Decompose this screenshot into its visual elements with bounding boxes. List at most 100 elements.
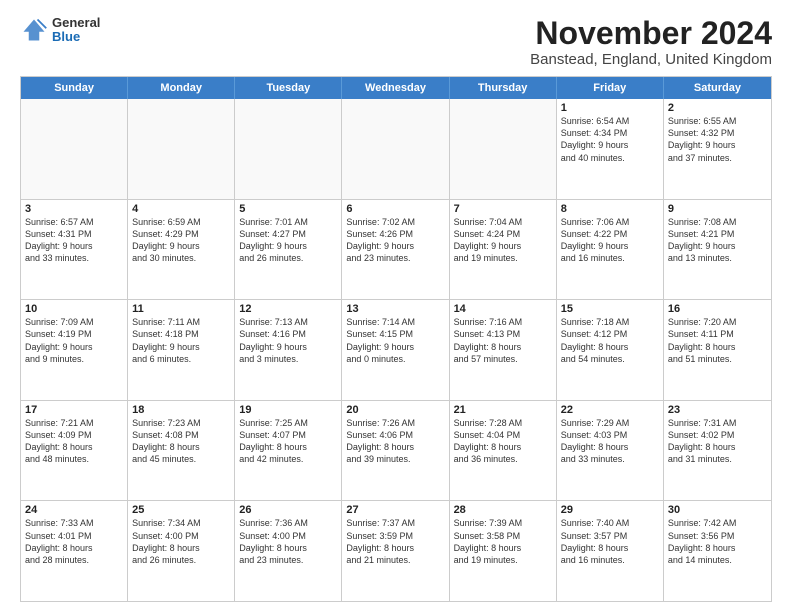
logo-text: General Blue <box>52 16 100 45</box>
calendar-cell-4-6: 30Sunrise: 7:42 AM Sunset: 3:56 PM Dayli… <box>664 501 771 601</box>
header-day-tuesday: Tuesday <box>235 77 342 99</box>
day-number: 25 <box>132 504 230 516</box>
calendar-cell-2-3: 13Sunrise: 7:14 AM Sunset: 4:15 PM Dayli… <box>342 300 449 400</box>
day-number: 23 <box>668 404 767 416</box>
cell-info: Sunrise: 7:36 AM Sunset: 4:00 PM Dayligh… <box>239 517 337 566</box>
month-title: November 2024 <box>530 16 772 51</box>
day-number: 13 <box>346 303 444 315</box>
header-day-friday: Friday <box>557 77 664 99</box>
cell-info: Sunrise: 7:39 AM Sunset: 3:58 PM Dayligh… <box>454 517 552 566</box>
day-number: 10 <box>25 303 123 315</box>
calendar-cell-1-1: 4Sunrise: 6:59 AM Sunset: 4:29 PM Daylig… <box>128 200 235 300</box>
cell-info: Sunrise: 7:06 AM Sunset: 4:22 PM Dayligh… <box>561 216 659 265</box>
header-day-sunday: Sunday <box>21 77 128 99</box>
calendar-cell-3-0: 17Sunrise: 7:21 AM Sunset: 4:09 PM Dayli… <box>21 401 128 501</box>
cell-info: Sunrise: 7:01 AM Sunset: 4:27 PM Dayligh… <box>239 216 337 265</box>
calendar-cell-4-1: 25Sunrise: 7:34 AM Sunset: 4:00 PM Dayli… <box>128 501 235 601</box>
cell-info: Sunrise: 7:08 AM Sunset: 4:21 PM Dayligh… <box>668 216 767 265</box>
cell-info: Sunrise: 7:09 AM Sunset: 4:19 PM Dayligh… <box>25 316 123 365</box>
logo-general-label: General <box>52 16 100 30</box>
cell-info: Sunrise: 7:42 AM Sunset: 3:56 PM Dayligh… <box>668 517 767 566</box>
day-number: 21 <box>454 404 552 416</box>
day-number: 9 <box>668 203 767 215</box>
calendar-cell-3-2: 19Sunrise: 7:25 AM Sunset: 4:07 PM Dayli… <box>235 401 342 501</box>
cell-info: Sunrise: 6:59 AM Sunset: 4:29 PM Dayligh… <box>132 216 230 265</box>
calendar-cell-2-4: 14Sunrise: 7:16 AM Sunset: 4:13 PM Dayli… <box>450 300 557 400</box>
page: General Blue November 2024 Banstead, Eng… <box>0 0 792 612</box>
cell-info: Sunrise: 7:23 AM Sunset: 4:08 PM Dayligh… <box>132 417 230 466</box>
day-number: 2 <box>668 102 767 114</box>
day-number: 16 <box>668 303 767 315</box>
calendar-row-3: 17Sunrise: 7:21 AM Sunset: 4:09 PM Dayli… <box>21 400 771 501</box>
title-block: November 2024 Banstead, England, United … <box>530 16 772 68</box>
cell-info: Sunrise: 7:11 AM Sunset: 4:18 PM Dayligh… <box>132 316 230 365</box>
day-number: 12 <box>239 303 337 315</box>
calendar-cell-1-4: 7Sunrise: 7:04 AM Sunset: 4:24 PM Daylig… <box>450 200 557 300</box>
calendar: SundayMondayTuesdayWednesdayThursdayFrid… <box>20 76 772 602</box>
cell-info: Sunrise: 7:14 AM Sunset: 4:15 PM Dayligh… <box>346 316 444 365</box>
cell-info: Sunrise: 6:57 AM Sunset: 4:31 PM Dayligh… <box>25 216 123 265</box>
calendar-cell-3-5: 22Sunrise: 7:29 AM Sunset: 4:03 PM Dayli… <box>557 401 664 501</box>
calendar-cell-1-5: 8Sunrise: 7:06 AM Sunset: 4:22 PM Daylig… <box>557 200 664 300</box>
calendar-cell-0-5: 1Sunrise: 6:54 AM Sunset: 4:34 PM Daylig… <box>557 99 664 199</box>
calendar-row-2: 10Sunrise: 7:09 AM Sunset: 4:19 PM Dayli… <box>21 299 771 400</box>
calendar-cell-0-0 <box>21 99 128 199</box>
day-number: 11 <box>132 303 230 315</box>
day-number: 17 <box>25 404 123 416</box>
location: Banstead, England, United Kingdom <box>530 51 772 68</box>
day-number: 18 <box>132 404 230 416</box>
day-number: 7 <box>454 203 552 215</box>
calendar-cell-3-4: 21Sunrise: 7:28 AM Sunset: 4:04 PM Dayli… <box>450 401 557 501</box>
day-number: 20 <box>346 404 444 416</box>
cell-info: Sunrise: 7:28 AM Sunset: 4:04 PM Dayligh… <box>454 417 552 466</box>
calendar-cell-0-3 <box>342 99 449 199</box>
logo-blue-label: Blue <box>52 30 100 44</box>
day-number: 29 <box>561 504 659 516</box>
day-number: 1 <box>561 102 659 114</box>
calendar-cell-4-3: 27Sunrise: 7:37 AM Sunset: 3:59 PM Dayli… <box>342 501 449 601</box>
calendar-row-1: 3Sunrise: 6:57 AM Sunset: 4:31 PM Daylig… <box>21 199 771 300</box>
cell-info: Sunrise: 7:18 AM Sunset: 4:12 PM Dayligh… <box>561 316 659 365</box>
cell-info: Sunrise: 7:25 AM Sunset: 4:07 PM Dayligh… <box>239 417 337 466</box>
calendar-cell-4-5: 29Sunrise: 7:40 AM Sunset: 3:57 PM Dayli… <box>557 501 664 601</box>
day-number: 14 <box>454 303 552 315</box>
day-number: 3 <box>25 203 123 215</box>
calendar-cell-1-6: 9Sunrise: 7:08 AM Sunset: 4:21 PM Daylig… <box>664 200 771 300</box>
cell-info: Sunrise: 7:21 AM Sunset: 4:09 PM Dayligh… <box>25 417 123 466</box>
cell-info: Sunrise: 6:55 AM Sunset: 4:32 PM Dayligh… <box>668 115 767 164</box>
calendar-cell-0-2 <box>235 99 342 199</box>
day-number: 30 <box>668 504 767 516</box>
cell-info: Sunrise: 7:31 AM Sunset: 4:02 PM Dayligh… <box>668 417 767 466</box>
header-day-monday: Monday <box>128 77 235 99</box>
logo: General Blue <box>20 16 100 45</box>
cell-info: Sunrise: 7:13 AM Sunset: 4:16 PM Dayligh… <box>239 316 337 365</box>
header-day-thursday: Thursday <box>450 77 557 99</box>
calendar-cell-0-6: 2Sunrise: 6:55 AM Sunset: 4:32 PM Daylig… <box>664 99 771 199</box>
cell-info: Sunrise: 7:26 AM Sunset: 4:06 PM Dayligh… <box>346 417 444 466</box>
calendar-row-4: 24Sunrise: 7:33 AM Sunset: 4:01 PM Dayli… <box>21 500 771 601</box>
cell-info: Sunrise: 7:02 AM Sunset: 4:26 PM Dayligh… <box>346 216 444 265</box>
header-day-wednesday: Wednesday <box>342 77 449 99</box>
cell-info: Sunrise: 7:20 AM Sunset: 4:11 PM Dayligh… <box>668 316 767 365</box>
calendar-cell-4-0: 24Sunrise: 7:33 AM Sunset: 4:01 PM Dayli… <box>21 501 128 601</box>
header-day-saturday: Saturday <box>664 77 771 99</box>
cell-info: Sunrise: 7:34 AM Sunset: 4:00 PM Dayligh… <box>132 517 230 566</box>
calendar-cell-1-2: 5Sunrise: 7:01 AM Sunset: 4:27 PM Daylig… <box>235 200 342 300</box>
day-number: 6 <box>346 203 444 215</box>
calendar-row-0: 1Sunrise: 6:54 AM Sunset: 4:34 PM Daylig… <box>21 99 771 199</box>
calendar-cell-2-2: 12Sunrise: 7:13 AM Sunset: 4:16 PM Dayli… <box>235 300 342 400</box>
calendar-cell-2-5: 15Sunrise: 7:18 AM Sunset: 4:12 PM Dayli… <box>557 300 664 400</box>
cell-info: Sunrise: 6:54 AM Sunset: 4:34 PM Dayligh… <box>561 115 659 164</box>
cell-info: Sunrise: 7:37 AM Sunset: 3:59 PM Dayligh… <box>346 517 444 566</box>
cell-info: Sunrise: 7:33 AM Sunset: 4:01 PM Dayligh… <box>25 517 123 566</box>
calendar-cell-3-6: 23Sunrise: 7:31 AM Sunset: 4:02 PM Dayli… <box>664 401 771 501</box>
day-number: 27 <box>346 504 444 516</box>
cell-info: Sunrise: 7:29 AM Sunset: 4:03 PM Dayligh… <box>561 417 659 466</box>
calendar-header: SundayMondayTuesdayWednesdayThursdayFrid… <box>21 77 771 99</box>
calendar-cell-3-3: 20Sunrise: 7:26 AM Sunset: 4:06 PM Dayli… <box>342 401 449 501</box>
calendar-cell-2-6: 16Sunrise: 7:20 AM Sunset: 4:11 PM Dayli… <box>664 300 771 400</box>
calendar-cell-3-1: 18Sunrise: 7:23 AM Sunset: 4:08 PM Dayli… <box>128 401 235 501</box>
calendar-cell-4-2: 26Sunrise: 7:36 AM Sunset: 4:00 PM Dayli… <box>235 501 342 601</box>
logo-icon <box>20 16 48 44</box>
calendar-body: 1Sunrise: 6:54 AM Sunset: 4:34 PM Daylig… <box>21 99 771 601</box>
